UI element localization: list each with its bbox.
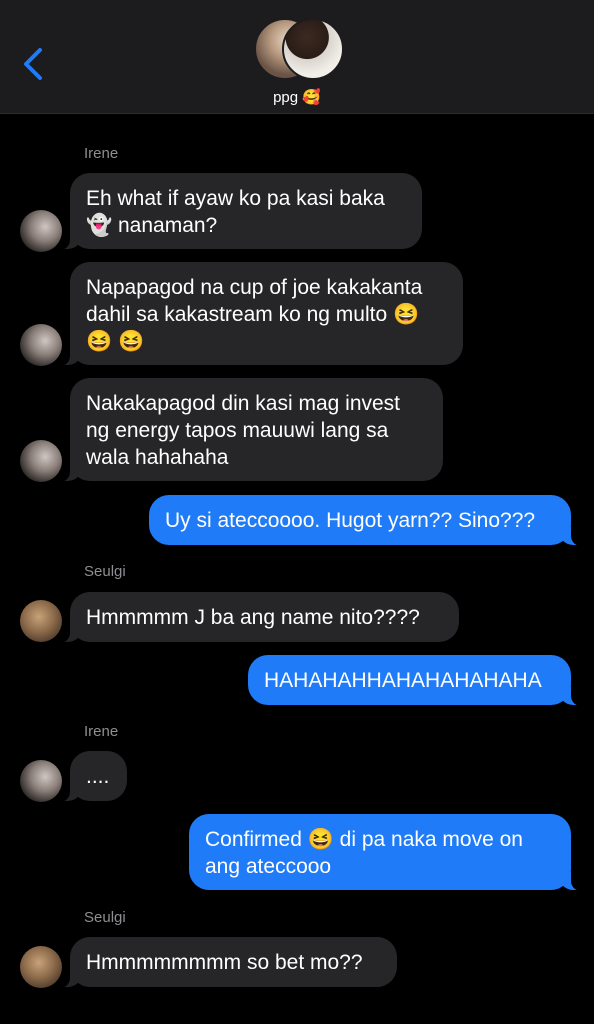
- avatar-irene: [20, 760, 62, 802]
- message-bubble-outgoing[interactable]: HAHAHAHHAHAHAHAHAHA: [248, 655, 583, 706]
- member-avatar: [282, 18, 344, 80]
- message-bubble-incoming[interactable]: Nakakapagod din kasi mag invest ng energ…: [58, 378, 443, 482]
- sender-name: Irene: [84, 145, 119, 162]
- message-bubble-incoming[interactable]: Napapagod na cup of joe kakakanta dahil …: [58, 262, 463, 366]
- conversation-header: ppg 🥰: [0, 0, 594, 114]
- avatar-irene: [20, 440, 62, 482]
- avatar-seulgi: [20, 600, 62, 642]
- group-name[interactable]: ppg 🥰: [0, 88, 594, 106]
- sender-name: Irene: [84, 723, 119, 740]
- message-bubble-incoming[interactable]: Hmmmmm J ba ang name nito????: [58, 592, 459, 643]
- message-bubble-outgoing[interactable]: Uy si ateccoooo. Hugot yarn?? Sino???: [149, 495, 583, 546]
- message-bubble-incoming[interactable]: ....: [58, 751, 127, 802]
- message-bubble-outgoing[interactable]: Confirmed 😆 di pa naka move on ang atecc…: [189, 814, 583, 891]
- group-avatar[interactable]: [254, 18, 344, 80]
- sender-name: Seulgi: [84, 563, 126, 580]
- message-bubble-incoming[interactable]: Hmmmmmmmm so bet mo??: [58, 937, 397, 988]
- sender-name: Seulgi: [84, 909, 126, 926]
- avatar-irene: [20, 324, 62, 366]
- message-bubble-incoming[interactable]: Eh what if ayaw ko pa kasi baka 👻 nanama…: [58, 173, 422, 250]
- chevron-left-icon[interactable]: [20, 46, 46, 82]
- avatar-irene: [20, 210, 62, 252]
- avatar-seulgi: [20, 946, 62, 988]
